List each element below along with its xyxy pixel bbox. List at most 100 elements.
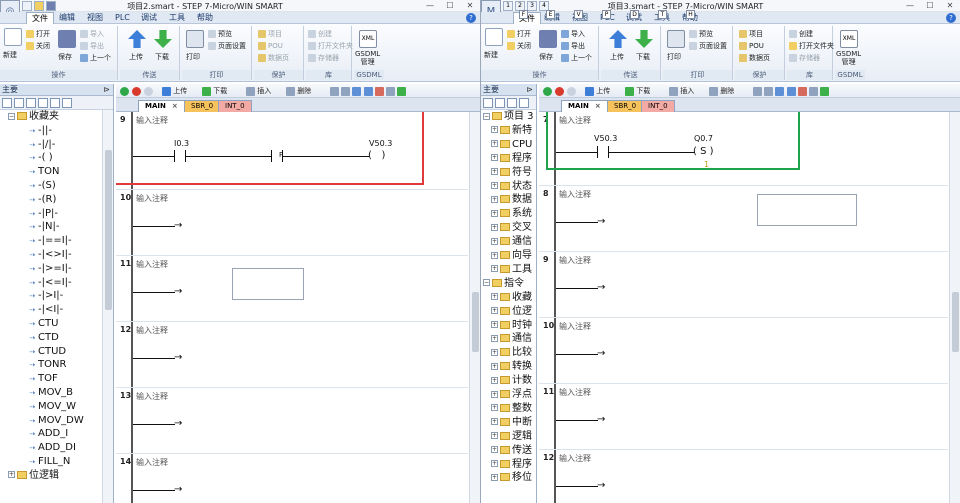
network-10[interactable]: 10 输入注释 →	[539, 318, 948, 384]
compile-icon[interactable]	[567, 86, 576, 96]
tree-item[interactable]: + 浮点	[491, 388, 532, 402]
stop-icon[interactable]	[132, 86, 141, 96]
tab-sbr0[interactable]: SBR_0	[607, 100, 644, 112]
network-comment[interactable]: 输入注释	[559, 387, 591, 398]
protect-project-button[interactable]: 项目	[739, 30, 763, 39]
save-big-icon[interactable]	[539, 30, 557, 48]
tree-scrollbar[interactable]	[102, 110, 113, 503]
tree-item[interactable]: ⇢ CTD	[26, 331, 59, 345]
expand-icon[interactable]: +	[491, 362, 498, 370]
tree-item[interactable]: + 逻辑	[491, 430, 532, 444]
network-comment[interactable]: 输入注释	[136, 325, 168, 336]
tree-item[interactable]: ⇢ -|<>I|-	[26, 248, 72, 262]
protect-pou-button[interactable]: POU	[739, 42, 764, 51]
page-setup-button[interactable]: 页面设置	[208, 42, 246, 51]
expand-icon[interactable]: +	[491, 446, 498, 454]
expand-icon[interactable]: +	[491, 251, 498, 259]
tree-item[interactable]: − 指令	[483, 277, 524, 291]
expand-icon[interactable]: +	[491, 182, 498, 189]
tree-item[interactable]: + 时钟	[491, 319, 532, 333]
network-comment[interactable]: 输入注释	[559, 321, 591, 332]
menu-tools[interactable]: 工具	[164, 12, 190, 24]
network-8[interactable]: 8 输入注释 →	[539, 186, 948, 252]
expand-icon[interactable]: +	[491, 473, 498, 481]
tree-item[interactable]: + 中断	[491, 416, 532, 430]
page-setup-button[interactable]: 页面设置	[689, 42, 727, 51]
previous-button[interactable]: 上一个	[80, 54, 111, 63]
create-library-button[interactable]: 创建	[308, 30, 332, 39]
close-tab-icon[interactable]: ×	[172, 102, 178, 110]
new-icon[interactable]	[4, 28, 22, 46]
expand-icon[interactable]: −	[483, 112, 490, 120]
network-12[interactable]: 12 输入注释 →	[116, 322, 468, 388]
maximize-button[interactable]: ☐	[440, 0, 460, 12]
tree-item[interactable]: ⇢ -|<I|-	[26, 303, 63, 317]
tree-item[interactable]: ⇢ -|P|-	[26, 207, 58, 221]
editor-scrollbar[interactable]	[949, 112, 960, 503]
expand-icon[interactable]: +	[491, 209, 498, 217]
close-button[interactable]: ✕	[460, 0, 480, 12]
tab-sbr0[interactable]: SBR_0	[184, 100, 221, 112]
expand-icon[interactable]: +	[491, 168, 498, 176]
create-library-button[interactable]: 创建	[789, 30, 813, 39]
tree-item[interactable]: ⇢ FILL_N	[26, 455, 70, 469]
expand-icon[interactable]: +	[491, 154, 498, 162]
tree-item[interactable]: + 符号	[491, 166, 532, 180]
expand-icon[interactable]: +	[491, 321, 498, 328]
upload-tool[interactable]: 上传	[585, 86, 610, 96]
network-13[interactable]: 13 输入注释 →	[116, 388, 468, 454]
network-comment[interactable]: 输入注释	[559, 453, 591, 464]
protect-data-button[interactable]: 数据页	[739, 54, 770, 63]
stop-icon[interactable]	[555, 86, 564, 96]
download-tool[interactable]: 下载	[202, 86, 227, 96]
expand-icon[interactable]: +	[491, 432, 498, 440]
network-11[interactable]: 11 输入注释 →	[116, 256, 468, 322]
xml-icon[interactable]: XML	[359, 30, 377, 48]
network-10[interactable]: 10 输入注释 →	[116, 190, 468, 256]
editor-scrollbar[interactable]	[469, 112, 480, 503]
menu-debug[interactable]: 调试	[136, 12, 162, 24]
tree-item[interactable]: + 位逻	[491, 305, 532, 319]
close-project-button[interactable]: 关闭	[507, 42, 531, 51]
upload-icon[interactable]	[609, 30, 627, 48]
help-icon[interactable]: ?	[946, 13, 956, 23]
tree-item[interactable]: + 整数	[491, 402, 532, 416]
tree-item[interactable]: ⇢ -|/|-	[26, 138, 55, 152]
open-button[interactable]: 打开	[507, 30, 531, 39]
scroll-thumb[interactable]	[472, 292, 479, 352]
minimize-button[interactable]: —	[420, 0, 440, 12]
printer-icon[interactable]	[186, 30, 204, 48]
upload-icon[interactable]	[128, 30, 146, 48]
tree-item[interactable]: + 通信	[491, 235, 532, 249]
tree-item[interactable]: + 交叉	[491, 221, 532, 235]
run-icon[interactable]	[543, 86, 552, 96]
delete-tool[interactable]: 删除	[286, 86, 311, 96]
tree-item[interactable]: + 向导	[491, 249, 532, 263]
tree-item[interactable]: ⇢ MOV_B	[26, 386, 73, 400]
expand-icon[interactable]: +	[491, 390, 498, 398]
export-button[interactable]: 导出	[561, 42, 585, 51]
expand-icon[interactable]: +	[491, 195, 498, 203]
open-button[interactable]: 打开	[26, 30, 50, 39]
tree-item[interactable]: ⇢ -(S)	[26, 179, 56, 193]
tree-item[interactable]: ⇢ CTU	[26, 317, 58, 331]
tree-item[interactable]: ⇢ ADD_I	[26, 427, 68, 441]
tree-item[interactable]: + 计数	[491, 374, 532, 388]
tree-item[interactable]: + 新特	[491, 124, 532, 138]
tree-item[interactable]: + 转换	[491, 360, 532, 374]
tree-item[interactable]: ⇢ MOV_W	[26, 400, 76, 414]
expand-icon[interactable]: +	[491, 460, 498, 467]
menu-file[interactable]: 文件	[26, 12, 54, 24]
network-7[interactable]: 7 输入注释 V50.3( S ) Q0.7 1	[539, 112, 948, 186]
expand-icon[interactable]: +	[491, 348, 498, 356]
printer-icon[interactable]	[667, 30, 685, 48]
menu-plc[interactable]: PLC	[110, 12, 135, 24]
panel-tool-icon[interactable]	[507, 98, 517, 108]
insert-tool[interactable]: 插入	[246, 86, 271, 96]
tree-item[interactable]: ⇢ TOF	[26, 372, 58, 386]
network-comment[interactable]: 输入注释	[136, 259, 168, 270]
panel-tool-icon[interactable]	[50, 98, 60, 108]
tree-item[interactable]: ⇢ -( )	[26, 151, 53, 165]
protect-project-button[interactable]: 项目	[258, 30, 282, 39]
tree-item[interactable]: + 系统	[491, 207, 532, 221]
